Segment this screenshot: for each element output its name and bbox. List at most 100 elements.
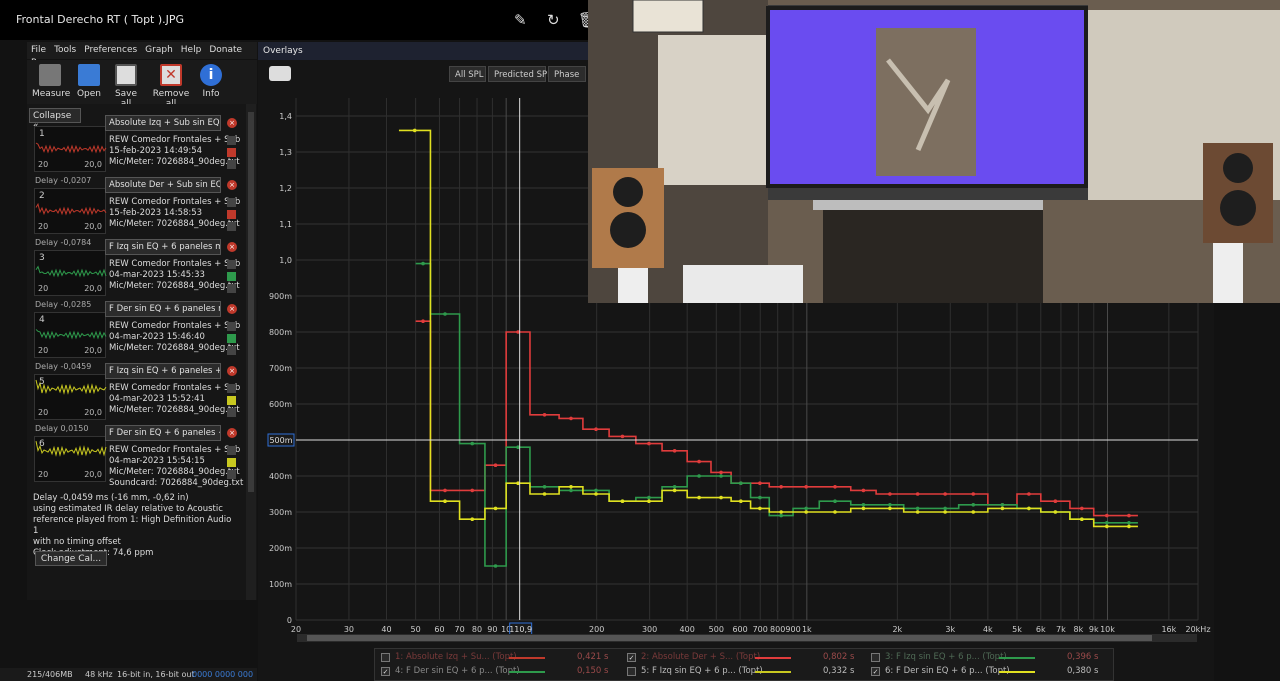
menu-graph[interactable]: Graph (141, 42, 177, 55)
settings-icon[interactable] (227, 136, 236, 145)
measurement-actions (227, 136, 239, 176)
rotate-icon[interactable]: ↻ (547, 11, 560, 29)
measurement-number: 4 (39, 315, 45, 325)
settings-icon[interactable] (227, 198, 236, 207)
change-cal-button[interactable]: Change Cal... (35, 551, 107, 566)
scrollbar-thumb[interactable] (307, 635, 1152, 641)
tab-predicted-spl[interactable]: Predicted SPL (488, 66, 552, 82)
legend-checkbox[interactable] (871, 653, 880, 662)
file-icon[interactable] (227, 346, 236, 355)
y-tick-label: 300m (269, 508, 292, 517)
measurement-thumbnail[interactable]: 5 20 20,0 (34, 374, 107, 420)
measurement-row[interactable]: 6 20 20,0 F Der sin EQ + 6 paneles + 2 × REW … (31, 425, 243, 489)
file-icon[interactable] (227, 284, 236, 293)
remove-all-button[interactable]: ✕Remove all (149, 64, 193, 109)
camera-icon[interactable] (269, 66, 291, 81)
x-tick-label: 80 (472, 625, 482, 634)
y-tick-label: 100m (269, 580, 292, 589)
measurement-row[interactable]: 2 20 20,0 Absolute Der + Sub sin EQ f × REW C… (31, 177, 241, 247)
menu-tools[interactable]: Tools (50, 42, 80, 55)
measurement-name-field[interactable]: Absolute Der + Sub sin EQ f (105, 177, 221, 193)
trace-color-icon[interactable] (227, 148, 236, 157)
measurement-row[interactable]: 4 20 20,0 F Der sin EQ + 6 paneles mar × REW … (31, 301, 241, 371)
measure-button[interactable]: Measure (32, 64, 70, 99)
measurement-thumbnail[interactable]: 4 20 20,0 (34, 312, 107, 358)
remove-measurement-icon[interactable]: × (227, 242, 237, 252)
trace-color-icon[interactable] (227, 334, 236, 343)
thumb-axis-max: 20,0 (84, 160, 102, 169)
frequency-scrollbar[interactable] (297, 634, 1197, 642)
file-icon[interactable] (227, 408, 236, 417)
settings-icon[interactable] (227, 260, 236, 269)
measurement-thumbnail[interactable]: 3 20 20,0 (34, 250, 107, 296)
info-button[interactable]: i Info (199, 64, 223, 99)
panel-scrollbar[interactable] (246, 104, 256, 600)
x-tick-label: 9k (1089, 625, 1099, 634)
menu-file[interactable]: File (27, 42, 50, 55)
measurement-thumbnail[interactable]: 6 20 20,0 (34, 436, 107, 482)
series-point (569, 416, 573, 421)
series-point (719, 474, 723, 478)
legend-label: 1: Absolute Izq + Su... (Topt) (395, 652, 517, 662)
tab-all-spl[interactable]: All SPL (449, 66, 486, 82)
menu-preferences[interactable]: Preferences (80, 42, 141, 55)
y-tick-label: 1,3 (279, 148, 292, 157)
measurement-row[interactable]: 3 20 20,0 F Izq sin EQ + 6 paneles mar × REW … (31, 239, 241, 309)
x-tick-label: 10k (1100, 625, 1115, 634)
x-tick-label: 30 (344, 625, 354, 634)
file-icon[interactable] (227, 470, 236, 479)
measurement-thumbnail[interactable]: 1 20 20,0 (34, 126, 107, 172)
edit-icon[interactable]: ✎ (514, 11, 527, 29)
settings-icon[interactable] (227, 446, 236, 455)
series-point (1105, 524, 1109, 529)
measurement-name-field[interactable]: F Der sin EQ + 6 paneles mar (105, 301, 221, 317)
series-point (672, 488, 677, 493)
measurement-row[interactable]: 1 20 20,0 Absolute Izq + Sub sin EQ fe × REW … (31, 115, 241, 185)
remove-measurement-icon[interactable]: × (227, 428, 237, 438)
measurement-number: 2 (39, 191, 45, 201)
thumb-axis-min: 20 (38, 160, 49, 169)
legend-checkbox[interactable]: ✓ (627, 653, 636, 662)
measurement-row[interactable]: 5 20 20,0 F Izq sin EQ + 6 paneles + 2 × REW … (31, 363, 241, 433)
graph-legend: 1: Absolute Izq + Su... (Topt) 0,421 s ✓ 2:… (374, 648, 1114, 681)
measurement-session: REW Comedor Frontales + Sub (109, 383, 241, 393)
legend-checkbox[interactable]: ✓ (381, 667, 390, 676)
x-tick-label: 300 (642, 625, 657, 634)
measurement-session: REW Comedor Frontales + Sub (109, 135, 241, 145)
open-button[interactable]: Open (75, 64, 103, 99)
legend-checkbox[interactable] (381, 653, 390, 662)
measurement-thumbnail[interactable]: 2 20 20,0 (34, 188, 107, 234)
trace-color-icon[interactable] (227, 396, 236, 405)
trace-color-icon[interactable] (227, 210, 236, 219)
trace-color-icon[interactable] (227, 272, 236, 281)
file-icon[interactable] (227, 222, 236, 231)
scrollbar-thumb[interactable] (248, 112, 254, 492)
remove-measurement-icon[interactable]: × (227, 366, 237, 376)
measurement-name-field[interactable]: Absolute Izq + Sub sin EQ fe (105, 115, 221, 131)
settings-icon[interactable] (227, 322, 236, 331)
menu-donate[interactable]: Donate (205, 42, 246, 55)
measurement-date: 04-mar-2023 15:45:33 (109, 270, 205, 280)
menu-help[interactable]: Help (177, 42, 206, 55)
measurement-name-field[interactable]: F Der sin EQ + 6 paneles + 2 (105, 425, 221, 441)
save-all-button[interactable]: Save all (110, 64, 142, 109)
info-line: using estimated IR delay relative to Aco… (33, 504, 223, 514)
sample-rate: 48 kHz (85, 670, 113, 679)
legend-checkbox[interactable] (627, 667, 636, 676)
remove-measurement-icon[interactable]: × (227, 304, 237, 314)
thumb-axis-min: 20 (38, 408, 49, 417)
measurement-name-field[interactable]: F Izq sin EQ + 6 paneles mar (105, 239, 221, 255)
file-icon[interactable] (227, 160, 236, 169)
settings-icon[interactable] (227, 384, 236, 393)
remove-measurement-icon[interactable]: × (227, 180, 237, 190)
measurement-name-field[interactable]: F Izq sin EQ + 6 paneles + 2 (105, 363, 221, 379)
trace-color-icon[interactable] (227, 458, 236, 467)
remove-measurement-icon[interactable]: × (227, 118, 237, 128)
tab-phase[interactable]: Phase (548, 66, 586, 82)
series-point (493, 564, 498, 568)
series-point (697, 474, 701, 478)
series-point (943, 510, 947, 514)
measurement-details: REW Comedor Frontales + Sub 04-mar-2023 1… (109, 445, 243, 489)
x-tick-label: 1k (802, 625, 812, 634)
legend-checkbox[interactable]: ✓ (871, 667, 880, 676)
